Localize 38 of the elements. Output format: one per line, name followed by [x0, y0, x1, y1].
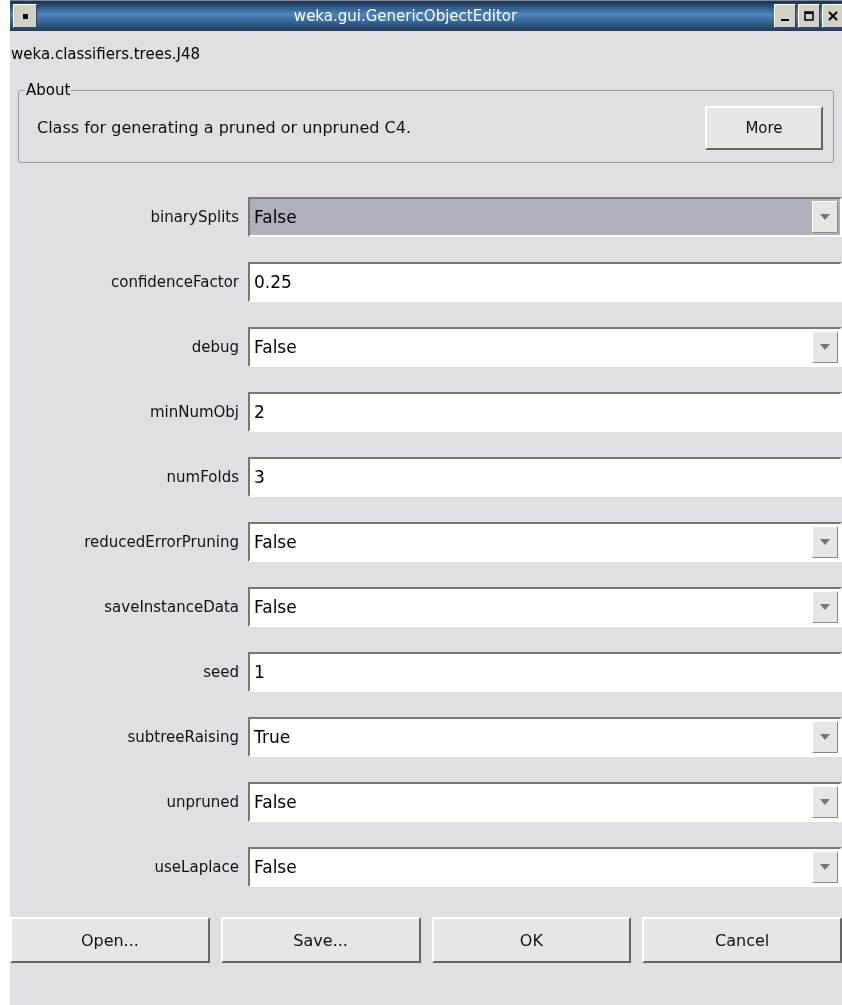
dialog-button[interactable]: Cancel	[642, 917, 842, 963]
dropdown[interactable]: False	[248, 782, 842, 822]
dropdown[interactable]: False	[248, 327, 842, 367]
dropdown[interactable]: True	[248, 717, 842, 757]
minimize-button[interactable]	[774, 4, 796, 28]
about-text: Class for generating a pruned or unpruned C4.	[37, 118, 411, 137]
window-menu-button[interactable]	[13, 4, 37, 28]
property-label: minNumObj	[148, 403, 239, 421]
property-label: subtreeRaising	[126, 728, 239, 746]
more-button[interactable]: More	[705, 105, 823, 150]
class-name: weka.classifiers.trees.J48	[10, 44, 201, 65]
property-label: reducedErrorPruning	[83, 533, 239, 551]
property-label: unpruned	[165, 793, 239, 811]
maximize-button[interactable]	[798, 4, 820, 28]
dropdown[interactable]: False	[248, 847, 842, 887]
text-field[interactable]: 1	[248, 652, 842, 692]
property-label: binarySplits	[149, 208, 239, 226]
property-label: debug	[190, 338, 239, 356]
text-field[interactable]: 0.25	[248, 262, 842, 302]
text-field[interactable]: 2	[248, 392, 842, 432]
text-field[interactable]: 3	[248, 457, 842, 497]
maximize-icon	[803, 10, 815, 22]
dropdown[interactable]: False	[248, 522, 842, 562]
minimize-icon	[781, 19, 789, 21]
dialog-button[interactable]: Open...	[10, 917, 210, 963]
property-label: numFolds	[165, 468, 239, 486]
property-label: confidenceFactor	[109, 273, 239, 291]
close-icon	[827, 10, 839, 22]
dialog-button[interactable]: Save...	[220, 917, 421, 963]
dropdown[interactable]: False	[248, 197, 842, 237]
about-legend: About	[25, 81, 72, 99]
property-label: saveInstanceData	[103, 598, 239, 616]
dialog-button[interactable]: OK	[431, 917, 632, 963]
property-label: seed	[202, 663, 239, 681]
window-title: weka.gui.GenericObjectEditor	[292, 7, 519, 25]
dropdown[interactable]: False	[248, 587, 842, 627]
property-label: useLaplace	[153, 858, 239, 876]
close-button[interactable]	[822, 4, 842, 28]
